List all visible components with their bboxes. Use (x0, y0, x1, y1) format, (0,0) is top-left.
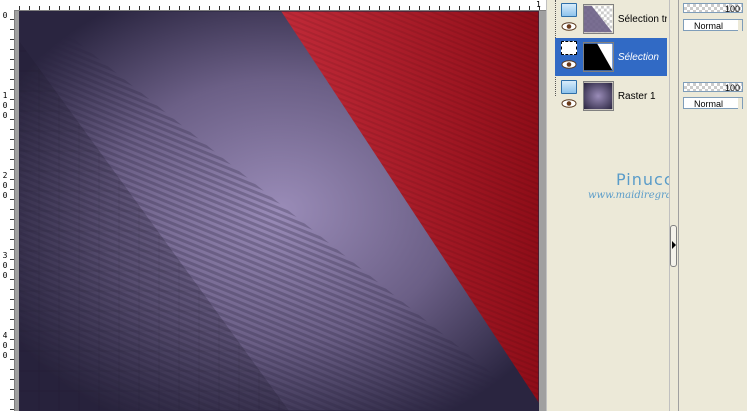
vector-layer-icon[interactable] (561, 3, 577, 17)
dropdown-arrow-icon[interactable] (738, 20, 742, 32)
layers-palette: Sélection tran Sélection (555, 0, 669, 116)
ruler-left-300-d1: 0 (2, 261, 8, 270)
ruler-left-200-d1: 0 (2, 181, 8, 190)
opacity-field[interactable]: 100 (683, 3, 743, 14)
layer-properties-panel: 100 Normal 100 Normal (678, 0, 747, 411)
layer-row-selection-transformed[interactable]: Sélection tran (555, 0, 667, 38)
blend-mode-value: Normal (694, 99, 724, 109)
image-canvas[interactable] (19, 11, 539, 411)
arrow-right-icon (672, 241, 676, 249)
layer-name: Sélection tran (617, 13, 667, 25)
dropdown-arrow-icon[interactable] (738, 98, 742, 110)
layer-row-raster-1[interactable]: Raster 1 (555, 77, 667, 115)
ruler-left-200-d2: 0 (2, 191, 8, 200)
visibility-eye-icon[interactable] (561, 99, 577, 108)
layer-thumbnail (583, 81, 614, 111)
ruler-top-num-1: 1 (536, 0, 541, 9)
ruler-left-300-d0: 3 (2, 251, 8, 260)
raster-layer-icon[interactable] (561, 80, 577, 94)
ruler-left-0-d0: 0 (2, 11, 8, 20)
canvas-artwork (19, 11, 539, 411)
ruler-left-400-d0: 4 (2, 331, 8, 340)
visibility-eye-icon[interactable] (561, 60, 577, 69)
ruler-left-400-d1: 0 (2, 341, 8, 350)
canvas-area[interactable] (15, 11, 546, 411)
ruler-left-100-d0: 1 (2, 91, 8, 100)
selection-layer-icon[interactable] (561, 41, 577, 55)
ruler-left: 0 1 0 0 2 0 0 3 0 0 4 0 0 (0, 10, 15, 411)
layer-name: Raster 1 (617, 90, 656, 102)
ruler-left-100-d2: 0 (2, 111, 8, 120)
opacity-field[interactable]: 100 (683, 82, 743, 93)
layer-thumbnail (583, 42, 614, 72)
palette-toggle-button[interactable] (670, 225, 677, 267)
canvas-scroll-edge[interactable] (546, 0, 555, 411)
layer-thumbnail (583, 4, 614, 34)
blend-mode-select[interactable]: Normal (683, 97, 743, 110)
blend-mode-select[interactable]: Normal (683, 19, 743, 32)
blend-mode-value: Normal (694, 21, 724, 31)
ruler-corner (0, 0, 14, 10)
ruler-top: 0 1 (0, 0, 546, 11)
layer-row-selection[interactable]: Sélection (555, 38, 667, 76)
ruler-left-100-d1: 0 (2, 101, 8, 110)
layer-name: Sélection (617, 51, 659, 63)
ruler-left-300-d2: 0 (2, 271, 8, 280)
layers-empty-area (555, 117, 669, 411)
visibility-eye-icon[interactable] (561, 22, 577, 31)
ruler-left-200-d0: 2 (2, 171, 8, 180)
ruler-left-400-d2: 0 (2, 351, 8, 360)
